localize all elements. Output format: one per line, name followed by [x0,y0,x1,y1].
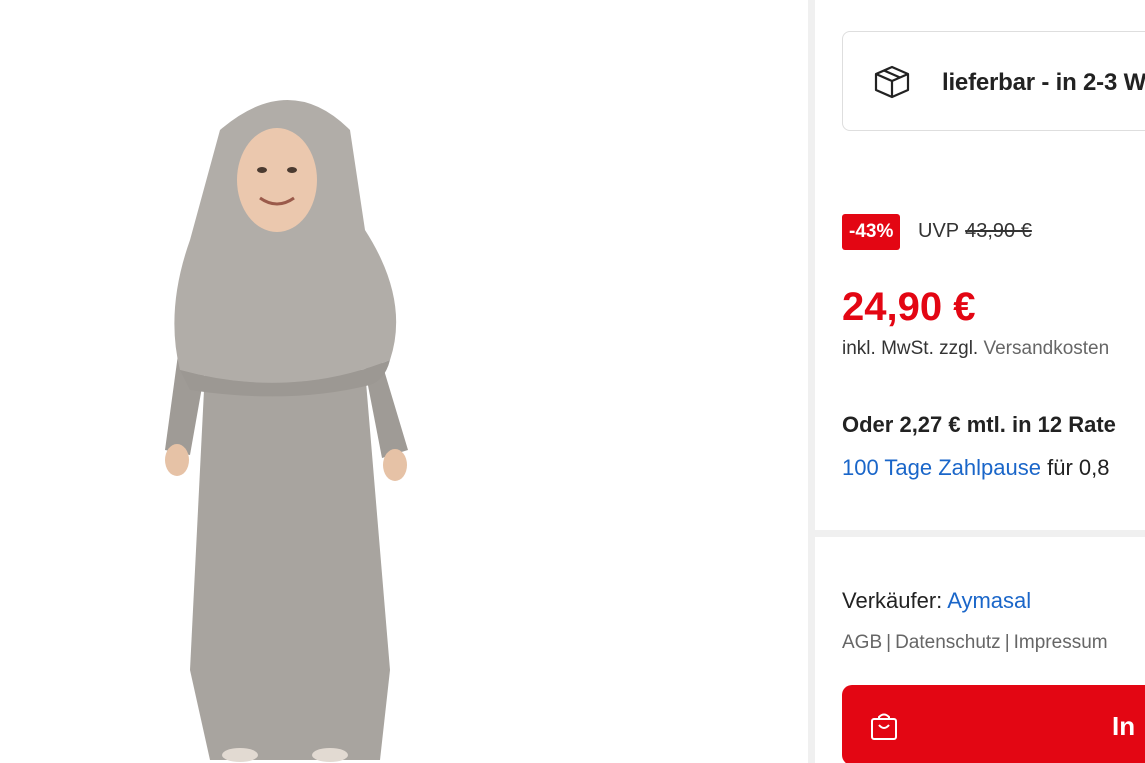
add-to-cart-button[interactable]: In [842,685,1145,763]
uvp-price: UVP 43,90 € [918,220,1032,243]
discount-badge: -43% [842,214,901,250]
agb-link[interactable]: AGB [842,632,882,653]
uvp-label: UVP [918,220,960,242]
delivery-status: lieferbar - in 2-3 W [942,69,1145,96]
product-gallery [0,0,808,763]
delivery-info: lieferbar - in 2-3 W [842,31,1145,131]
shipping-costs-link[interactable]: Versandkosten [983,338,1109,359]
section-divider [815,530,1145,537]
shopping-bag-icon [871,713,897,740]
uvp-old-price: 43,90 € [965,220,1032,242]
current-price: 24,90 € [842,285,976,329]
seller-name-link[interactable]: Aymasal [947,588,1031,613]
seller-info: Verkäufer: Aymasal [842,588,1031,614]
tax-info: inkl. MwSt. zzgl. Versandkosten [842,338,1109,360]
seller-label: Verkäufer: [842,588,943,613]
buy-box: lieferbar - in 2-3 W -43% UVP 43,90 € 24,… [815,0,1145,763]
imprint-link[interactable]: Impressum [1014,632,1108,653]
package-icon [874,65,910,99]
separator: | [886,632,892,653]
zahlpause-info: 100 Tage Zahlpause für 0,8 [842,455,1109,481]
privacy-link[interactable]: Datenschutz [895,632,1001,653]
legal-links: AGB | Datenschutz | Impressum [842,632,1108,654]
product-image[interactable] [150,70,430,763]
vertical-divider [808,0,815,763]
add-to-cart-label: In [1112,711,1136,741]
separator: | [1004,632,1010,653]
zahlpause-link[interactable]: 100 Tage Zahlpause [842,455,1041,480]
installment-offer: Oder 2,27 € mtl. in 12 Rate [842,412,1116,437]
zahlpause-rest: für 0,8 [1040,455,1110,480]
tax-text: inkl. MwSt. zzgl. [842,338,979,359]
